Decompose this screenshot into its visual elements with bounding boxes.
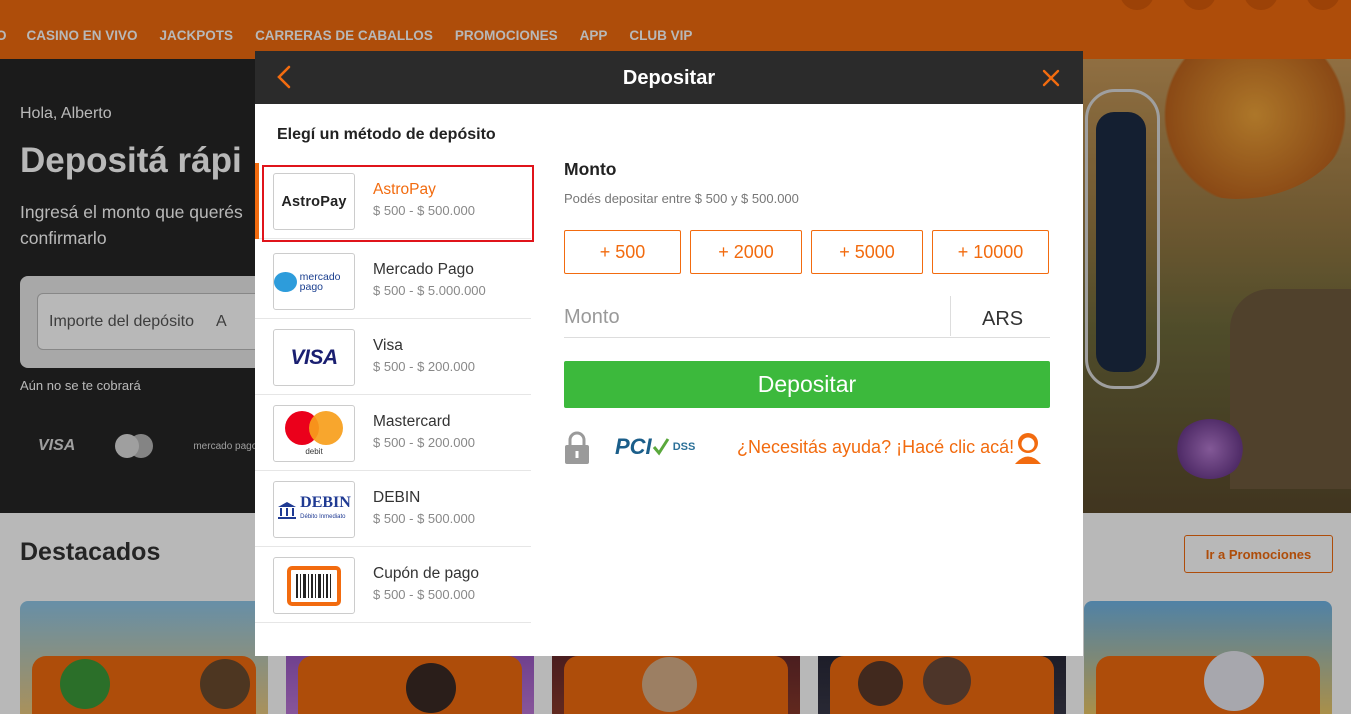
amount-limits: Podés depositar entre $ 500 y $ 500.000 (564, 191, 799, 206)
method-name: Mastercard (373, 413, 451, 430)
method-name: Cupón de pago (373, 565, 480, 582)
barcode-logo (273, 557, 355, 614)
visa-logo: VISA (273, 329, 355, 386)
method-name: Mercado Pago (373, 261, 474, 278)
close-icon[interactable] (1039, 65, 1063, 91)
astropay-logo-text: AstroPay (281, 193, 347, 210)
amount-input[interactable]: Monto (564, 306, 620, 329)
mercadopago-logo: mercado pago (273, 253, 355, 310)
debin-logo-subtext: Débito Inmediato (300, 513, 346, 520)
method-range: $ 500 - $ 5.000.000 (373, 283, 486, 298)
amount-title: Monto (564, 159, 617, 179)
method-range: $ 500 - $ 500.000 (373, 511, 475, 526)
debin-logo: DEBIN Débito Inmediato (273, 481, 355, 538)
deposit-submit-button[interactable]: Depositar (564, 361, 1050, 408)
amount-field[interactable]: Monto ARS (564, 296, 1050, 338)
pci-badge-text: PCI (615, 434, 652, 459)
method-mastercard[interactable]: debit Mastercard $ 500 - $ 200.000 (255, 395, 531, 471)
astropay-logo: AstroPay (273, 173, 355, 230)
method-visa[interactable]: VISA Visa $ 500 - $ 200.000 (255, 319, 531, 395)
quick-amounts: + 500 + 2000 + 5000 + 10000 (564, 230, 1049, 274)
lock-icon (565, 431, 589, 464)
method-name: DEBIN (373, 489, 421, 506)
method-mercadopago[interactable]: mercado pago Mercado Pago $ 500 - $ 5.00… (255, 243, 531, 319)
deposit-modal: Depositar Elegí un método de depósito As… (255, 51, 1083, 656)
modal-header: Depositar (255, 51, 1083, 104)
method-range: $ 500 - $ 500.000 (373, 587, 475, 602)
bank-icon (278, 501, 297, 519)
pci-dss-badge: PCI DSS (615, 433, 695, 461)
help-link[interactable]: ¿Necesitás ayuda? ¡Hacé clic acá! (737, 437, 1014, 458)
barcode-icon (296, 573, 331, 598)
visa-logo-text: VISA (290, 345, 338, 369)
dss-badge-text: DSS (672, 441, 696, 453)
modal-title: Depositar (622, 67, 716, 89)
quick-amount-2000[interactable]: + 2000 (690, 230, 802, 274)
check-icon (652, 438, 669, 456)
handshake-icon (274, 271, 297, 292)
support-agent-icon[interactable] (1012, 431, 1044, 465)
mastercard-logo: debit (273, 405, 355, 462)
divider (950, 296, 951, 336)
mercadopago-logo-text: mercado pago (299, 270, 341, 293)
method-name: AstroPay (373, 181, 436, 198)
quick-amount-500[interactable]: + 500 (564, 230, 681, 274)
quick-amount-10000[interactable]: + 10000 (932, 230, 1049, 274)
quick-amount-5000[interactable]: + 5000 (811, 230, 923, 274)
method-name: Visa (373, 337, 403, 354)
method-debin[interactable]: DEBIN Débito Inmediato DEBIN $ 500 - $ 50… (255, 471, 531, 547)
method-range: $ 500 - $ 200.000 (373, 435, 475, 450)
choose-method-label: Elegí un método de depósito (277, 126, 496, 143)
debin-logo-text: DEBIN (300, 493, 351, 511)
method-range: $ 500 - $ 500.000 (373, 203, 475, 218)
method-cupon[interactable]: Cupón de pago $ 500 - $ 500.000 (255, 547, 531, 623)
mastercard-debit-text: debit (305, 446, 323, 456)
selected-indicator (255, 163, 259, 239)
currency-label: ARS (982, 308, 1024, 330)
method-astropay[interactable]: AstroPay AstroPay $ 500 - $ 500.000 (255, 163, 534, 242)
method-range: $ 500 - $ 200.000 (373, 359, 475, 374)
